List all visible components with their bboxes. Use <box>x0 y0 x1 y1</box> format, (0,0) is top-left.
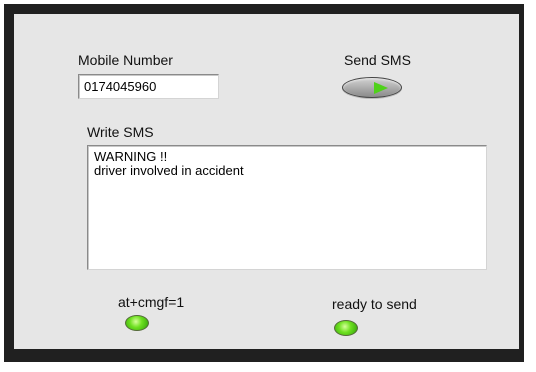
write-sms-textarea[interactable]: WARNING !! driver involved in accident <box>87 145 487 270</box>
send-sms-button[interactable] <box>342 77 402 98</box>
mobile-number-label: Mobile Number <box>78 52 173 68</box>
front-panel: Mobile Number 0174045960 Send SMS Write … <box>14 14 519 349</box>
at-cmgf-led <box>125 315 149 331</box>
sms-line: driver involved in accident <box>94 163 244 178</box>
play-arrow-icon <box>374 82 388 94</box>
ready-to-send-led <box>334 320 358 336</box>
sms-line: WARNING !! <box>94 149 168 164</box>
write-sms-label: Write SMS <box>87 124 154 140</box>
front-panel-frame: Mobile Number 0174045960 Send SMS Write … <box>4 4 524 362</box>
mobile-number-field[interactable]: 0174045960 <box>78 74 219 99</box>
send-sms-label: Send SMS <box>344 52 411 68</box>
at-cmgf-label: at+cmgf=1 <box>118 294 185 310</box>
ready-to-send-label: ready to send <box>332 296 417 312</box>
